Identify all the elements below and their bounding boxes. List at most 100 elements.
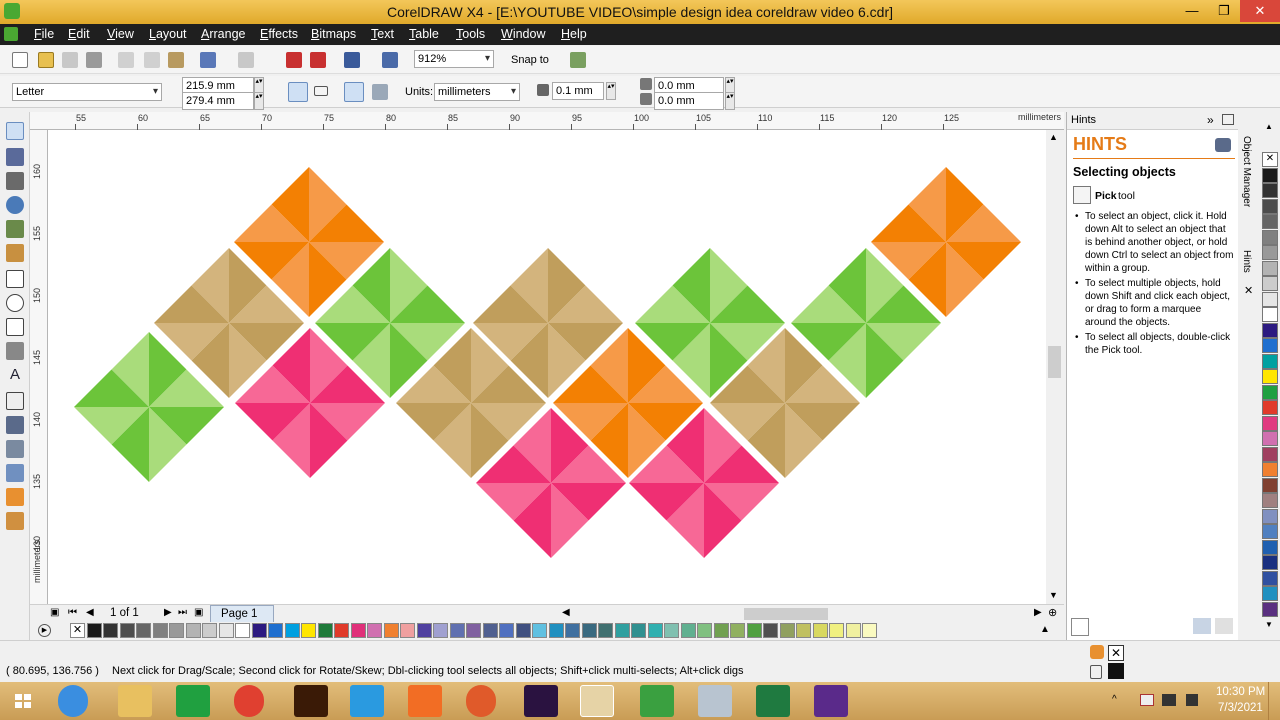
- polygon-tool-icon[interactable]: [6, 318, 24, 336]
- palette-swatch[interactable]: [482, 623, 498, 638]
- portrait-icon[interactable]: [288, 82, 308, 102]
- nudge-distance-field[interactable]: 0.1 mm: [552, 82, 604, 100]
- export-icon[interactable]: [310, 52, 326, 68]
- design-artwork[interactable]: [48, 130, 1046, 604]
- page-height-spinner[interactable]: ▴▾: [254, 92, 264, 110]
- text-tool-icon[interactable]: A: [6, 366, 24, 384]
- navigator-icon[interactable]: ⊕: [1048, 606, 1057, 619]
- drawing-canvas[interactable]: [48, 130, 1046, 604]
- palette-swatch[interactable]: [1262, 307, 1278, 322]
- palette-swatch[interactable]: [416, 623, 432, 638]
- nudge-spinner[interactable]: ▴▾: [606, 82, 616, 100]
- eyedropper-tool-icon[interactable]: [6, 440, 24, 458]
- page-tab[interactable]: Page 1: [210, 605, 274, 622]
- docker-collapse-icon[interactable]: »: [1207, 113, 1214, 127]
- palette-swatch[interactable]: [1262, 508, 1278, 524]
- units-select[interactable]: millimeters: [434, 83, 520, 101]
- start-button[interactable]: [6, 685, 40, 717]
- palette-swatch[interactable]: [746, 623, 762, 638]
- palette-swatch[interactable]: [1262, 493, 1278, 508]
- forward-icon[interactable]: [1215, 618, 1233, 634]
- palette-expand-icon[interactable]: ▲: [1040, 624, 1050, 635]
- duplicate-y-spinner[interactable]: ▴▾: [725, 92, 735, 110]
- palette-swatch[interactable]: [284, 623, 300, 638]
- palette-swatch[interactable]: [664, 623, 679, 638]
- network-icon[interactable]: [1140, 694, 1154, 706]
- palette-swatch[interactable]: [218, 623, 234, 638]
- palette-swatch[interactable]: [1262, 260, 1278, 276]
- palette-swatch[interactable]: [713, 623, 729, 638]
- horizontal-ruler[interactable]: 55 60 65 70 75 80 85 90 95 100 105 110 115 120 125 mill…: [30, 112, 1064, 130]
- palette-swatch[interactable]: [1262, 276, 1278, 291]
- next-page-icon[interactable]: ▶: [164, 607, 172, 618]
- palette-swatch[interactable]: [152, 623, 168, 638]
- document-icon[interactable]: [4, 27, 18, 41]
- outline-indicator-icon[interactable]: [1090, 665, 1102, 679]
- palette-swatch[interactable]: [796, 623, 811, 638]
- basic-shapes-tool-icon[interactable]: [6, 342, 24, 360]
- menu-help[interactable]: Help: [561, 27, 587, 41]
- mi-app-icon[interactable]: [408, 685, 442, 717]
- back-icon[interactable]: [1193, 618, 1211, 634]
- palette-swatch[interactable]: [1262, 415, 1278, 431]
- print-icon[interactable]: [86, 52, 102, 68]
- palette-swatch[interactable]: [268, 623, 283, 638]
- copy-icon[interactable]: [144, 52, 160, 68]
- palette-swatch[interactable]: [598, 623, 613, 638]
- zoom-tool-icon[interactable]: [6, 196, 24, 214]
- clock-time[interactable]: 10:30 PM: [1216, 686, 1265, 698]
- palette-swatch[interactable]: [1262, 322, 1278, 338]
- paper-size-select[interactable]: Letter: [12, 83, 162, 101]
- palette-swatch[interactable]: [697, 623, 712, 638]
- menu-file[interactable]: File: [34, 27, 54, 41]
- menu-arrange[interactable]: Arrange: [201, 27, 245, 41]
- illustrator-icon[interactable]: [294, 685, 328, 717]
- palette-swatch[interactable]: [1262, 601, 1278, 617]
- undo-icon[interactable]: [200, 52, 216, 68]
- palette-swatch[interactable]: [1262, 369, 1278, 384]
- palette-swatch[interactable]: [763, 623, 778, 638]
- palette-swatch[interactable]: [86, 623, 102, 638]
- palette-swatch[interactable]: [631, 623, 646, 638]
- palette-swatch[interactable]: [532, 623, 547, 638]
- rectangle-tool-icon[interactable]: [6, 270, 24, 288]
- paste-icon[interactable]: [168, 52, 184, 68]
- store-icon[interactable]: [176, 685, 210, 717]
- palette-swatch[interactable]: [1262, 353, 1278, 369]
- outline-tool-icon[interactable]: [6, 464, 24, 482]
- previous-page-icon[interactable]: ◀: [86, 607, 94, 618]
- close-button[interactable]: ✕: [1240, 0, 1280, 22]
- palette-swatch[interactable]: [1262, 291, 1278, 307]
- tray-expand-icon[interactable]: ^: [1112, 694, 1117, 705]
- open-icon[interactable]: [38, 52, 54, 68]
- new-icon[interactable]: [12, 52, 28, 68]
- volume-icon[interactable]: [1186, 694, 1198, 706]
- vertical-scrollbar[interactable]: ▲ ▼: [1046, 130, 1064, 604]
- palette-swatch[interactable]: [317, 623, 333, 638]
- menu-tools[interactable]: Tools: [456, 27, 485, 41]
- palette-swatch[interactable]: [1262, 384, 1278, 400]
- corel-capture-icon[interactable]: [814, 685, 848, 717]
- restore-button[interactable]: ❐: [1208, 0, 1240, 22]
- palette-swatch[interactable]: [202, 623, 217, 638]
- show-desktop-button[interactable]: [1268, 682, 1274, 720]
- palette-swatch[interactable]: [1262, 400, 1278, 415]
- palette-swatch[interactable]: [119, 623, 135, 638]
- scroll-down-arrow-icon[interactable]: ▼: [1049, 590, 1058, 600]
- palette-swatch[interactable]: [1262, 555, 1278, 570]
- palette-swatch[interactable]: [1262, 198, 1278, 214]
- signal-icon[interactable]: [1162, 694, 1176, 706]
- palette-swatch[interactable]: [730, 623, 745, 638]
- scroll-left-arrow-icon[interactable]: ◀: [562, 607, 570, 618]
- shape-tool-icon[interactable]: [6, 148, 24, 166]
- palette-swatch[interactable]: [565, 623, 580, 638]
- all-pages-icon[interactable]: [344, 82, 364, 102]
- coreldraw-taskbar-icon[interactable]: [580, 685, 614, 717]
- chrome-icon[interactable]: [234, 685, 264, 717]
- palette-swatch[interactable]: [829, 623, 844, 638]
- palette-swatch[interactable]: [235, 623, 250, 638]
- palette-up-arrow-icon[interactable]: ▲: [1265, 122, 1273, 131]
- calculator-icon[interactable]: [698, 685, 732, 717]
- palette-swatch[interactable]: [1262, 167, 1278, 183]
- palette-swatch[interactable]: [185, 623, 201, 638]
